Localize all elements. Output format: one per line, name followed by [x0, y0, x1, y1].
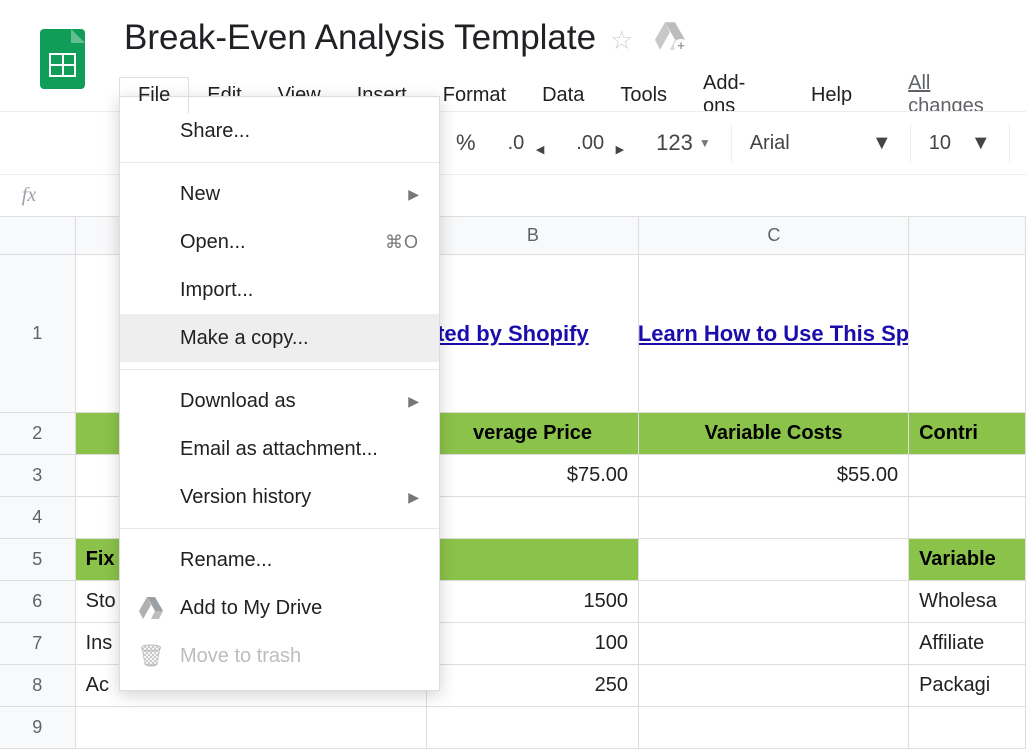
howto-link[interactable]: Learn How to Use This Sp [639, 321, 909, 347]
cell[interactable] [909, 707, 1026, 748]
file-version-history[interactable]: Version history▶ [120, 473, 439, 521]
shortcut-label: ⌘O [385, 232, 419, 253]
menu-tools[interactable]: Tools [602, 78, 685, 113]
file-share[interactable]: Share... [120, 107, 439, 155]
toolbar-separator [1009, 124, 1010, 162]
row-header[interactable]: 3 [0, 455, 76, 496]
fx-icon: fx [0, 184, 58, 207]
file-email-attachment[interactable]: Email as attachment... [120, 425, 439, 473]
cell[interactable] [427, 707, 639, 748]
cell[interactable] [639, 497, 909, 538]
cell[interactable] [639, 539, 909, 580]
cell[interactable]: ted by Shopify [427, 255, 639, 412]
cell-variable-costs-header[interactable]: Variable Costs [639, 413, 909, 454]
row-9: 9 [0, 707, 1026, 749]
row-header[interactable]: 8 [0, 665, 76, 706]
cell[interactable] [909, 455, 1026, 496]
drive-icon [138, 595, 164, 621]
cell[interactable] [427, 539, 639, 580]
cell[interactable]: Packagi [909, 665, 1026, 706]
cell[interactable]: Contri [909, 413, 1026, 454]
cell[interactable] [639, 623, 909, 664]
trash-icon: 🗑 [138, 643, 164, 669]
file-open[interactable]: Open...⌘O [120, 218, 439, 266]
row-header[interactable]: 5 [0, 539, 76, 580]
row-header[interactable]: 6 [0, 581, 76, 622]
row-header[interactable]: 9 [0, 707, 76, 748]
menu-separator [120, 162, 439, 163]
submenu-arrow-icon: ▶ [408, 489, 419, 506]
cell[interactable]: 250 [427, 665, 639, 706]
cell[interactable]: Wholesa [909, 581, 1026, 622]
cell[interactable]: Affiliate [909, 623, 1026, 664]
cell[interactable]: Variable [909, 539, 1026, 580]
cell[interactable] [639, 665, 909, 706]
row-header[interactable]: 7 [0, 623, 76, 664]
decrease-decimal-button[interactable]: .0 ◀ [492, 132, 561, 155]
cell[interactable] [427, 497, 639, 538]
number-format-button[interactable]: 123▼ [640, 130, 727, 156]
cell[interactable]: Learn How to Use This Sp [639, 255, 909, 412]
row-header[interactable]: 2 [0, 413, 76, 454]
cell[interactable] [909, 497, 1026, 538]
toolbar-separator [910, 124, 911, 162]
cell[interactable]: 100 [427, 623, 639, 664]
file-import[interactable]: Import... [120, 266, 439, 314]
cell[interactable] [639, 581, 909, 622]
shopify-link[interactable]: ted by Shopify [437, 321, 589, 347]
cell[interactable] [909, 255, 1026, 412]
row-header[interactable]: 1 [0, 255, 76, 412]
file-menu-dropdown: Share... New▶ Open...⌘O Import... Make a… [119, 96, 440, 691]
submenu-arrow-icon: ▶ [408, 393, 419, 410]
star-icon[interactable]: ☆ [610, 25, 633, 56]
menu-data[interactable]: Data [524, 78, 602, 113]
cell[interactable]: $75.00 [427, 455, 639, 496]
menu-help[interactable]: Help [793, 78, 870, 113]
file-make-copy[interactable]: Make a copy... [120, 314, 439, 362]
file-move-to-trash: 🗑 Move to trash [120, 632, 439, 680]
file-new[interactable]: New▶ [120, 170, 439, 218]
col-header-c[interactable]: C [639, 217, 909, 254]
menu-file[interactable]: File [119, 77, 189, 114]
row-header[interactable]: 4 [0, 497, 76, 538]
menu-separator [120, 528, 439, 529]
col-header-b[interactable]: B [428, 217, 640, 254]
font-select[interactable]: Arial▼ [736, 132, 906, 155]
toolbar-separator [731, 124, 732, 162]
file-add-to-drive[interactable]: Add to My Drive [120, 584, 439, 632]
drive-add-icon[interactable]: + [655, 22, 685, 50]
col-header-d[interactable] [909, 217, 1026, 254]
cell[interactable] [639, 707, 909, 748]
font-size-select[interactable]: 10▼ [915, 132, 1005, 155]
cell[interactable]: 1500 [427, 581, 639, 622]
file-download-as[interactable]: Download as▶ [120, 377, 439, 425]
submenu-arrow-icon: ▶ [408, 186, 419, 203]
sheets-logo [40, 29, 85, 89]
increase-decimal-button[interactable]: .00 ▶ [560, 132, 640, 155]
file-rename[interactable]: Rename... [120, 536, 439, 584]
percent-format-button[interactable]: % [440, 130, 492, 156]
select-all-corner[interactable] [0, 217, 76, 254]
cell[interactable] [76, 707, 427, 748]
menu-separator [120, 369, 439, 370]
doc-title[interactable]: Break-Even Analysis Template [124, 18, 596, 58]
cell-avg-price-header[interactable]: verage Price [427, 413, 639, 454]
cell[interactable]: $55.00 [639, 455, 909, 496]
